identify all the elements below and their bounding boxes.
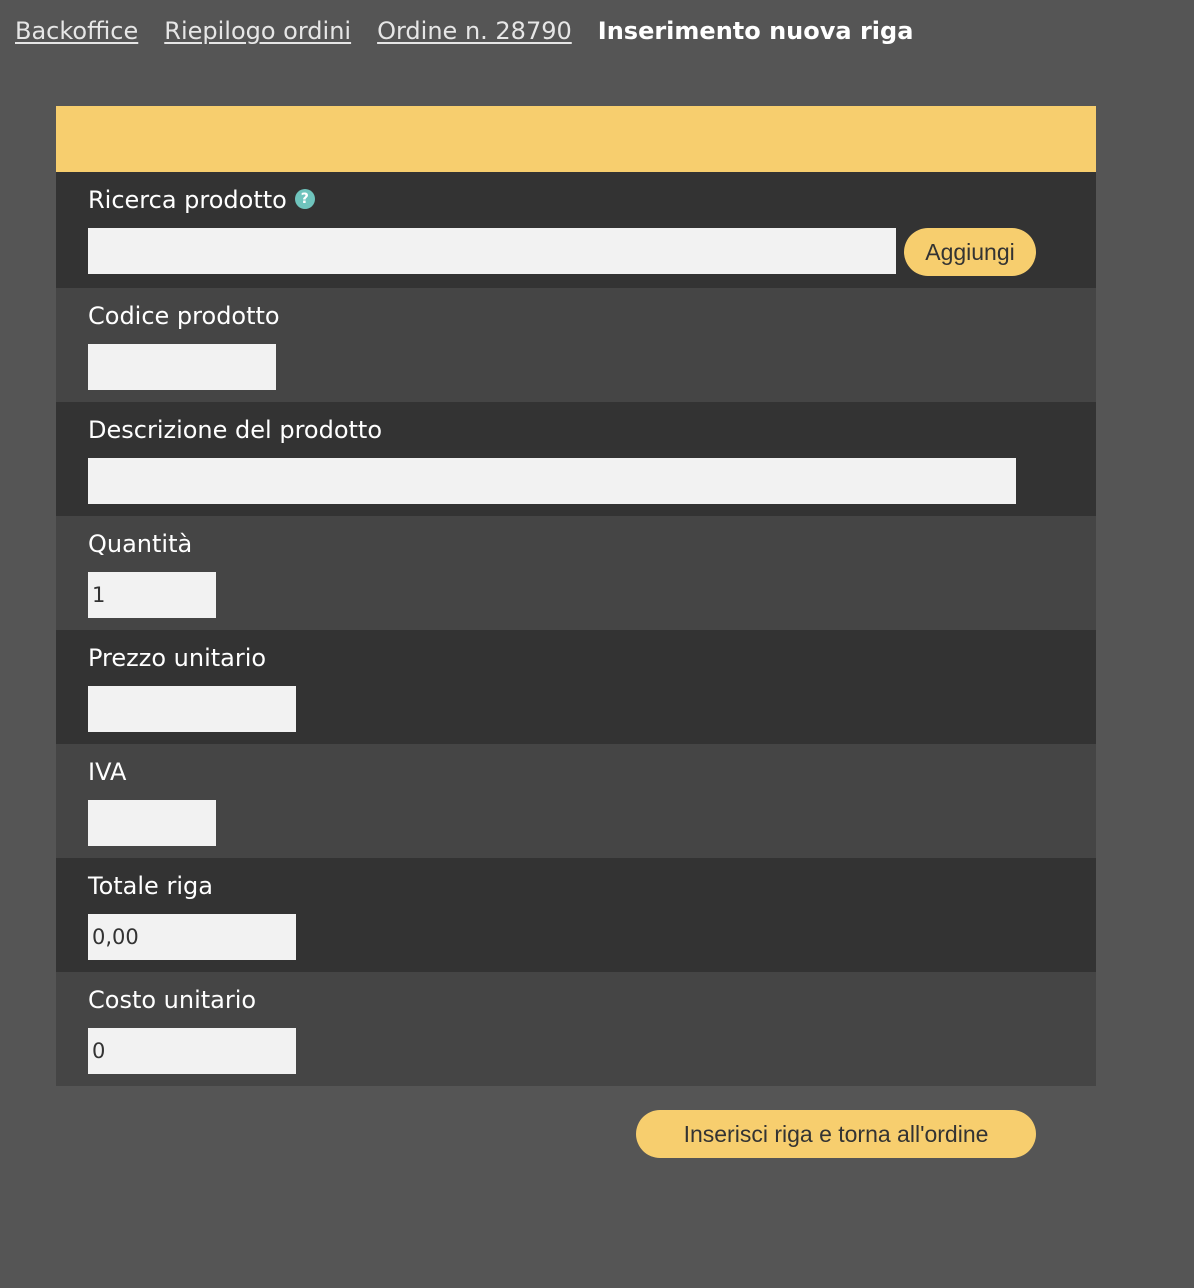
unit-cost-row: Costo unitario bbox=[56, 972, 1096, 1086]
product-code-field[interactable] bbox=[88, 344, 276, 390]
vat-row: IVA bbox=[56, 744, 1096, 858]
insert-row-submit-button[interactable]: Inserisci riga e torna all'ordine bbox=[636, 1110, 1036, 1158]
vat-label: IVA bbox=[88, 758, 127, 786]
unit-cost-field[interactable] bbox=[88, 1028, 296, 1074]
vat-field[interactable] bbox=[88, 800, 216, 846]
unit-cost-label: Costo unitario bbox=[88, 986, 257, 1014]
product-code-label: Codice prodotto bbox=[88, 302, 280, 330]
new-row-form: Ricerca prodotto? Aggiungi Codice prodot… bbox=[56, 106, 1096, 1086]
breadcrumb-order-link[interactable]: Ordine n. 28790 bbox=[377, 14, 572, 48]
description-label: Descrizione del prodotto bbox=[88, 416, 383, 444]
search-row: Ricerca prodotto? Aggiungi bbox=[56, 172, 1096, 288]
breadcrumb-order-summary-link[interactable]: Riepilogo ordini bbox=[164, 14, 351, 48]
help-icon[interactable]: ? bbox=[294, 189, 315, 209]
form-header-bar bbox=[56, 106, 1096, 172]
description-row: Descrizione del prodotto bbox=[56, 402, 1096, 516]
unit-price-field[interactable] bbox=[88, 686, 296, 732]
add-button[interactable]: Aggiungi bbox=[904, 228, 1036, 276]
unit-price-row: Prezzo unitario bbox=[56, 630, 1096, 744]
page-title: Inserimento nuova riga bbox=[597, 17, 914, 45]
search-label: Ricerca prodotto? bbox=[88, 184, 315, 216]
quantity-label: Quantità bbox=[88, 530, 193, 558]
breadcrumb: Backoffice Riepilogo ordini Ordine n. 28… bbox=[15, 14, 913, 48]
quantity-row: Quantità bbox=[56, 516, 1096, 630]
row-total-label: Totale riga bbox=[88, 872, 213, 900]
quantity-field[interactable] bbox=[88, 572, 216, 618]
row-total-row: Totale riga bbox=[56, 858, 1096, 972]
description-field[interactable] bbox=[88, 458, 1016, 504]
product-search-input[interactable] bbox=[88, 228, 896, 274]
breadcrumb-backoffice-link[interactable]: Backoffice bbox=[15, 14, 138, 48]
product-code-row: Codice prodotto bbox=[56, 288, 1096, 402]
unit-price-label: Prezzo unitario bbox=[88, 644, 267, 672]
row-total-field[interactable] bbox=[88, 914, 296, 960]
